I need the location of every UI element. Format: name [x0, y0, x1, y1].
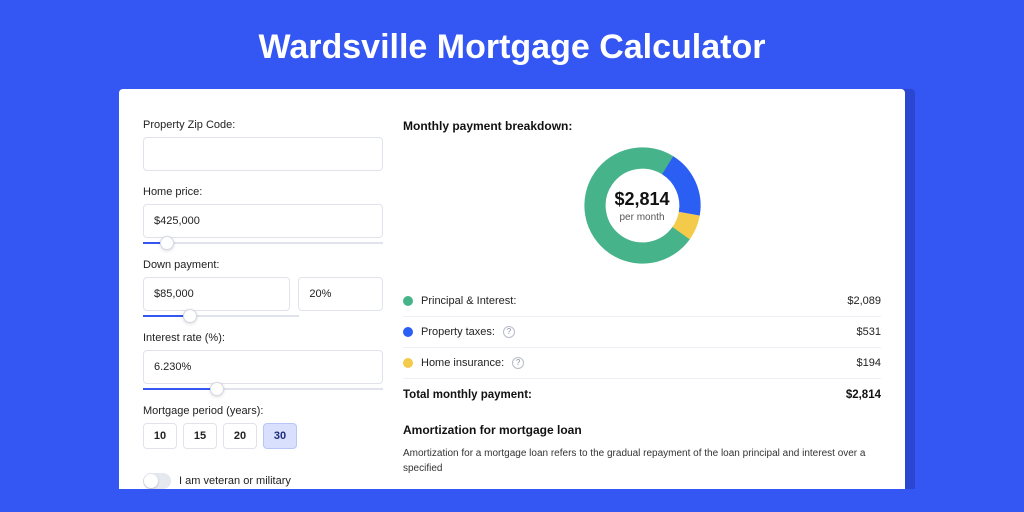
- breakdown-title: Monthly payment breakdown:: [403, 119, 881, 133]
- breakdown-value: $531: [857, 326, 881, 338]
- donut-center-sub: per month: [619, 212, 664, 223]
- donut-center-value: $2,814: [614, 189, 669, 210]
- down-slider[interactable]: [143, 315, 299, 317]
- rate-slider[interactable]: [143, 388, 383, 390]
- total-value: $2,814: [846, 389, 881, 401]
- breakdown-label: Principal & Interest:: [421, 295, 516, 307]
- toggle-knob-icon: [144, 474, 158, 488]
- breakdown-total-row: Total monthly payment: $2,814: [403, 379, 881, 417]
- info-icon[interactable]: ?: [512, 357, 524, 369]
- breakdown-label: Home insurance:: [421, 357, 504, 369]
- rate-input[interactable]: [143, 350, 383, 384]
- slider-thumb-icon[interactable]: [160, 236, 174, 250]
- amortization-section: Amortization for mortgage loan Amortizat…: [403, 417, 881, 476]
- field-interest-rate: Interest rate (%):: [143, 332, 383, 390]
- calculator-card: Property Zip Code: Home price: Down paym…: [119, 89, 905, 489]
- field-mortgage-period: Mortgage period (years): 10 15 20 30: [143, 405, 383, 449]
- veteran-label: I am veteran or military: [179, 475, 291, 487]
- payment-donut-chart: $2,814 per month: [580, 143, 705, 268]
- zip-input[interactable]: [143, 137, 383, 171]
- price-slider[interactable]: [143, 242, 383, 244]
- breakdown-row-taxes: Property taxes: ? $531: [403, 317, 881, 348]
- price-label: Home price:: [143, 186, 383, 198]
- breakdown-row-insurance: Home insurance: ? $194: [403, 348, 881, 379]
- field-down-payment: Down payment:: [143, 259, 383, 317]
- breakdown-row-principal: Principal & Interest: $2,089: [403, 286, 881, 317]
- breakdown-value: $2,089: [847, 295, 881, 307]
- period-option-20[interactable]: 20: [223, 423, 257, 449]
- amortization-title: Amortization for mortgage loan: [403, 423, 881, 437]
- veteran-toggle-row: I am veteran or military: [143, 473, 383, 489]
- rate-label: Interest rate (%):: [143, 332, 383, 344]
- zip-label: Property Zip Code:: [143, 119, 383, 131]
- down-label: Down payment:: [143, 259, 383, 271]
- period-option-10[interactable]: 10: [143, 423, 177, 449]
- form-column: Property Zip Code: Home price: Down paym…: [143, 119, 383, 489]
- slider-thumb-icon[interactable]: [183, 309, 197, 323]
- price-input[interactable]: [143, 204, 383, 238]
- down-percent-input[interactable]: [298, 277, 383, 311]
- period-label: Mortgage period (years):: [143, 405, 383, 417]
- swatch-icon: [403, 327, 413, 337]
- veteran-toggle[interactable]: [143, 473, 171, 489]
- period-option-15[interactable]: 15: [183, 423, 217, 449]
- swatch-icon: [403, 296, 413, 306]
- info-icon[interactable]: ?: [503, 326, 515, 338]
- amortization-body: Amortization for a mortgage loan refers …: [403, 447, 881, 476]
- period-option-30[interactable]: 30: [263, 423, 297, 449]
- field-zip: Property Zip Code:: [143, 119, 383, 171]
- down-amount-input[interactable]: [143, 277, 290, 311]
- breakdown-value: $194: [857, 357, 881, 369]
- slider-thumb-icon[interactable]: [210, 382, 224, 396]
- total-label: Total monthly payment:: [403, 389, 532, 401]
- breakdown-label: Property taxes:: [421, 326, 495, 338]
- page-title: Wardsville Mortgage Calculator: [0, 0, 1024, 89]
- results-column: Monthly payment breakdown: $2,814 per mo…: [403, 119, 881, 489]
- field-home-price: Home price:: [143, 186, 383, 244]
- swatch-icon: [403, 358, 413, 368]
